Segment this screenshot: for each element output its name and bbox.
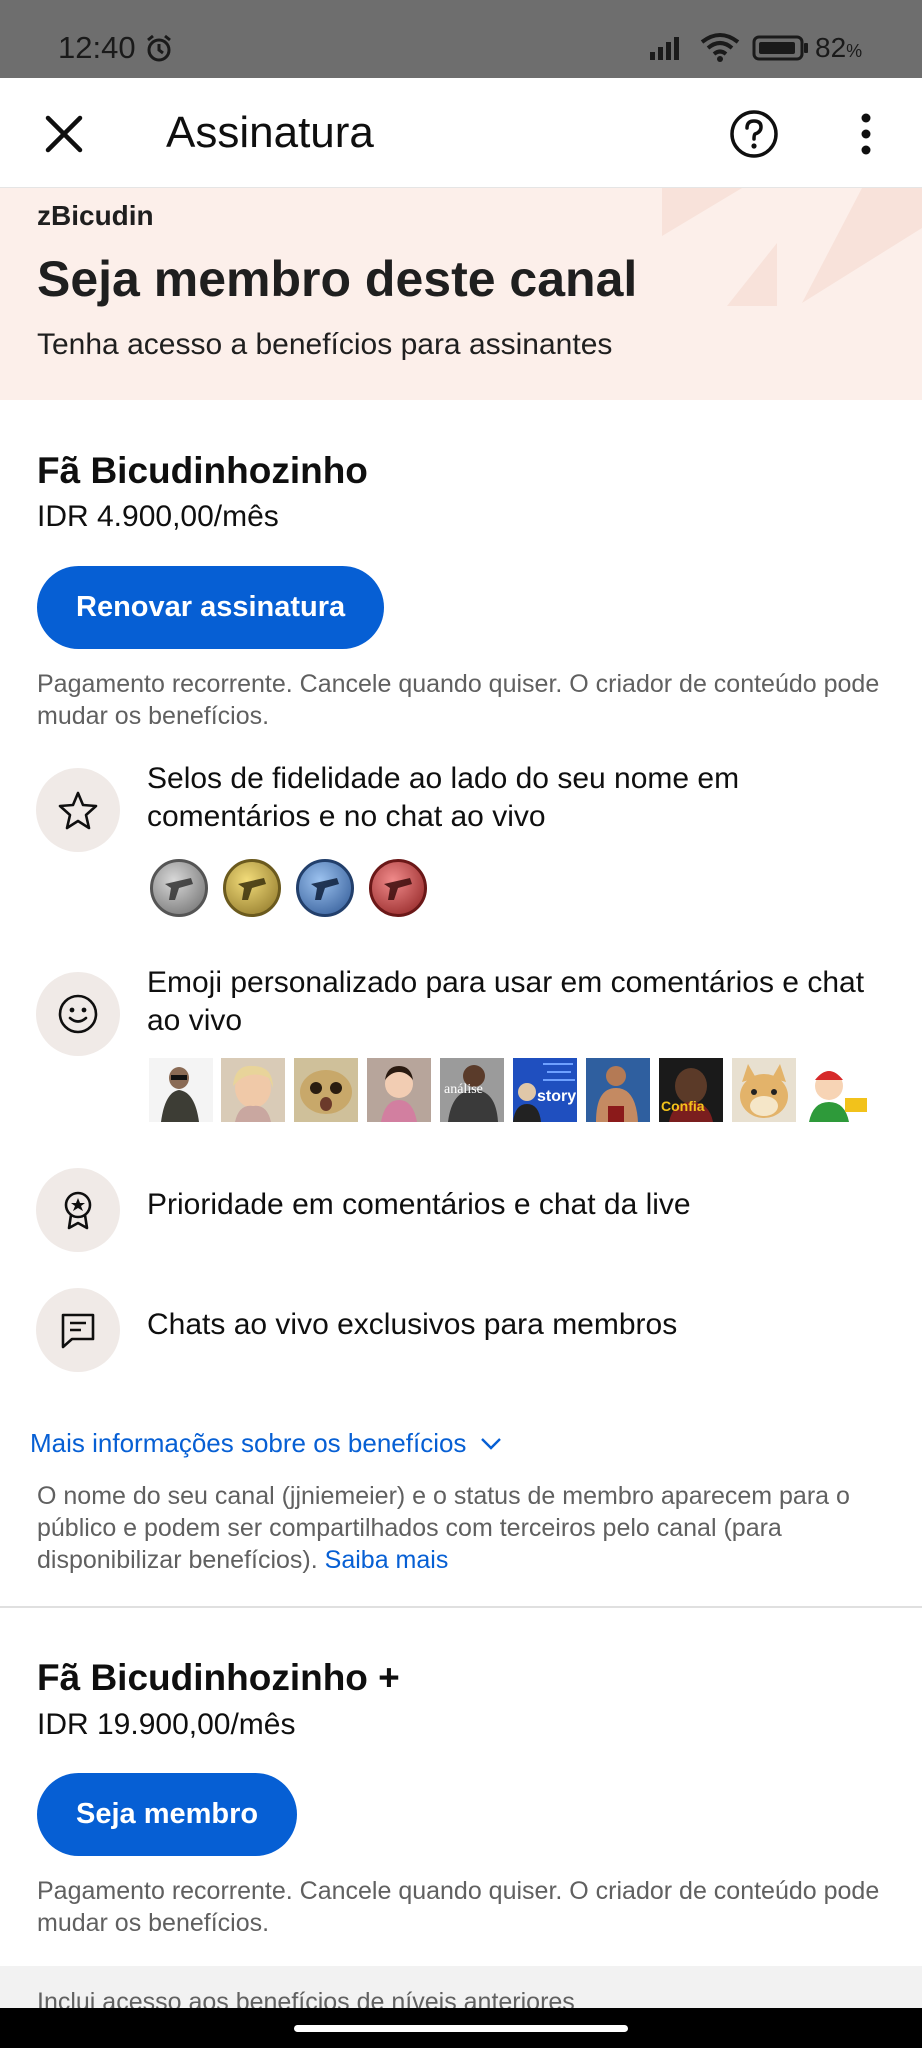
renew-membership-button[interactable]: Renovar assinatura	[37, 566, 385, 649]
membership-banner: zBicudin Seja membro deste canal Tenha a…	[0, 188, 922, 400]
custom-emoji-4	[367, 1058, 431, 1122]
app-bar: Assinatura	[0, 78, 922, 188]
custom-emoji-3	[294, 1058, 358, 1122]
benefit-emoji-icon-wrap	[36, 972, 120, 1056]
status-bar: 12:40 82%	[0, 0, 922, 78]
chevron-down-icon	[481, 1437, 502, 1450]
benefit-emoji-text: Emoji personalizado para usar em comentá…	[147, 966, 865, 1037]
tier-2-price: IDR 19.900,00/mês	[37, 1708, 296, 1741]
star-icon	[58, 791, 98, 830]
tier-2-note: Pagamento recorrente. Cancele quando qui…	[37, 1877, 880, 1937]
more-info-label: Mais informações sobre os benefícios	[30, 1428, 467, 1458]
more-info-toggle[interactable]: Mais informações sobre os benefícios	[30, 1428, 502, 1459]
battery-percent: 82%	[815, 32, 862, 64]
battery-icon	[752, 35, 808, 61]
join-membership-button[interactable]: Seja membro	[37, 1773, 298, 1856]
tier-divider	[0, 1606, 922, 1608]
smiley-icon	[58, 994, 98, 1034]
benefit-badges-text: Selos de fidelidade ao lado do seu nome …	[147, 762, 740, 833]
channel-name: zBicudin	[37, 200, 154, 231]
benefit-priority-text: Prioridade em comentários e chat da live	[147, 1188, 691, 1221]
wifi-icon	[700, 33, 740, 62]
battery-value: 82	[815, 32, 847, 63]
system-nav-bar	[0, 2008, 922, 2048]
loyalty-badge-blue	[296, 859, 354, 917]
battery-unit: %	[846, 41, 863, 61]
loyalty-badge-gold	[223, 859, 281, 917]
custom-emoji-5: análise	[440, 1058, 504, 1122]
banner-title: Seja membro deste canal	[37, 251, 638, 307]
banner-decoration	[662, 188, 922, 306]
award-icon	[64, 1191, 92, 1230]
banner-subtitle: Tenha acesso a benefícios para assinante…	[37, 328, 613, 361]
custom-emoji-6-label: story	[537, 1088, 577, 1105]
close-icon[interactable]	[36, 106, 92, 162]
benefit-chat-icon-wrap	[36, 1288, 120, 1372]
custom-emoji-6: story	[513, 1058, 577, 1122]
custom-emoji-10	[805, 1058, 869, 1122]
custom-emoji-8: Confia	[659, 1058, 723, 1122]
tier-1-note: Pagamento recorrente. Cancele quando qui…	[37, 670, 880, 730]
benefit-priority-icon-wrap	[36, 1168, 120, 1252]
custom-emoji-7	[586, 1058, 650, 1122]
benefit-chat-text: Chats ao vivo exclusivos para membros	[147, 1308, 678, 1341]
home-gesture-handle[interactable]	[294, 2025, 628, 2032]
alarm-icon	[147, 34, 171, 62]
tier-1-name: Fã Bicudinhozinho	[37, 450, 368, 491]
custom-emoji-1	[149, 1058, 213, 1122]
page-title: Assinatura	[166, 108, 374, 157]
loyalty-badge-silver	[150, 859, 208, 917]
custom-emoji-8-label: Confia	[661, 1098, 705, 1114]
tier-1-price: IDR 4.900,00/mês	[37, 500, 279, 533]
benefit-badge-icon-wrap	[36, 768, 120, 852]
tier-2-name: Fã Bicudinhozinho +	[37, 1657, 400, 1698]
custom-emoji-9	[732, 1058, 796, 1122]
chat-icon	[61, 1313, 95, 1349]
privacy-notice: O nome do seu canal (jjniemeier) e o sta…	[37, 1480, 897, 1576]
custom-emoji-2	[221, 1058, 285, 1122]
more-vert-icon[interactable]	[846, 108, 886, 160]
loyalty-badge-red	[369, 859, 427, 917]
help-icon[interactable]	[728, 108, 780, 160]
custom-emoji-5-label: análise	[444, 1082, 483, 1097]
learn-more-link[interactable]: Saiba mais	[325, 1546, 449, 1574]
signal-icon	[650, 37, 679, 60]
status-time: 12:40	[58, 30, 136, 65]
